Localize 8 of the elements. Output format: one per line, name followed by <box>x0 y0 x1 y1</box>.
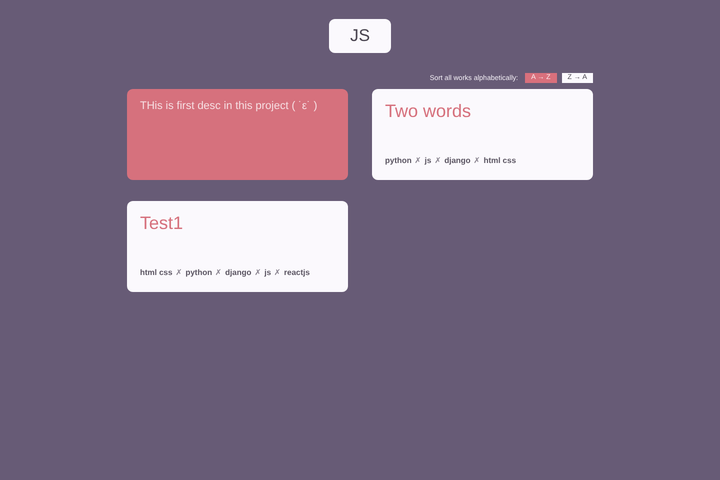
project-title: Test1 <box>140 213 184 234</box>
project-tags: html css ✗ python ✗ django ✗ js ✗ reactjs <box>140 268 335 277</box>
filter-button[interactable]: JS <box>329 19 391 53</box>
project-tags: python ✗ js ✗ django ✗ html css <box>385 156 580 165</box>
project-description: THis is first desc in this project ( ˙ε˙ ) <box>140 100 318 112</box>
project-title: Two words <box>385 101 472 122</box>
project-card[interactable]: Test1 html css ✗ python ✗ django ✗ js ✗ reactjs <box>127 201 348 292</box>
project-card[interactable]: Two words python ✗ js ✗ django ✗ html css <box>372 89 593 180</box>
